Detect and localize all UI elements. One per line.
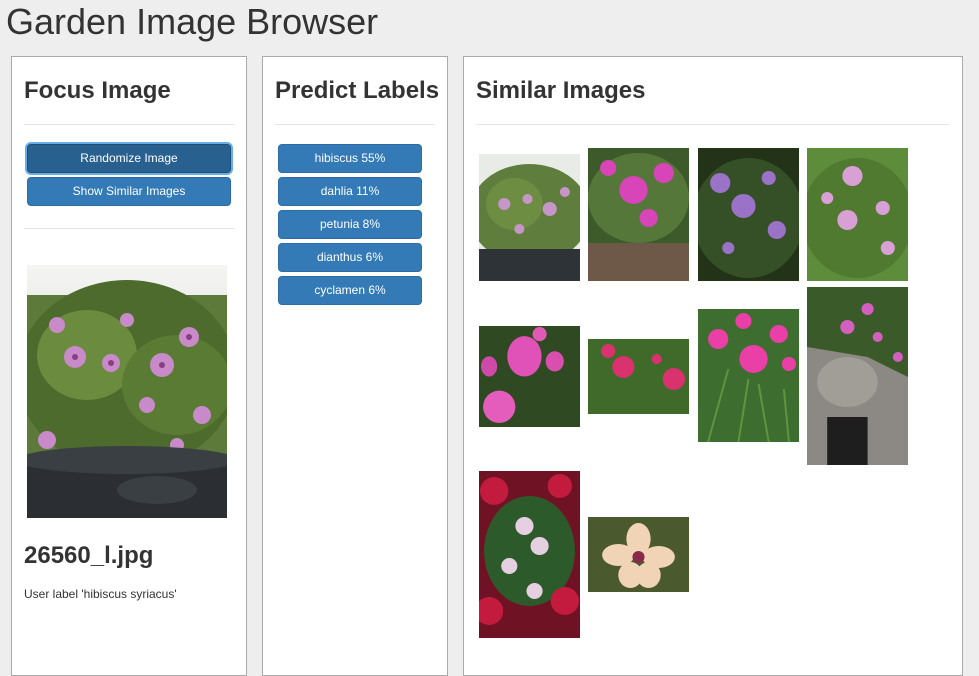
focus-heading: Focus Image: [24, 77, 171, 104]
similar-image-thumbnail[interactable]: [698, 309, 799, 442]
focus-panel: Focus Image Randomize Image Show Similar…: [11, 56, 247, 676]
similar-image-thumbnail[interactable]: [479, 471, 580, 638]
similar-image-thumbnail[interactable]: [807, 287, 908, 465]
similar-image-thumbnail[interactable]: [807, 148, 908, 281]
user-label: User label 'hibiscus syriacus': [24, 587, 177, 601]
predict-label-button[interactable]: cyclamen 6%: [278, 276, 422, 305]
predict-label-button[interactable]: dianthus 6%: [278, 243, 422, 272]
randomize-image-button[interactable]: Randomize Image: [27, 144, 231, 173]
similar-heading: Similar Images: [476, 77, 646, 104]
similar-panel: Similar Images: [463, 56, 963, 676]
show-similar-images-button[interactable]: Show Similar Images: [27, 177, 231, 206]
divider: [476, 124, 950, 125]
predict-label-button[interactable]: hibiscus 55%: [278, 144, 422, 173]
similar-image-thumbnail[interactable]: [588, 148, 689, 281]
page-title: Garden Image Browser: [6, 1, 379, 42]
predict-heading: Predict Labels: [275, 77, 440, 104]
focus-filename: 26560_l.jpg: [24, 542, 154, 569]
similar-image-thumbnail[interactable]: [588, 517, 689, 592]
predict-panel: Predict Labels hibiscus 55% dahlia 11% p…: [262, 56, 448, 676]
similar-image-thumbnail[interactable]: [479, 154, 580, 281]
divider: [24, 124, 234, 125]
predict-label-button[interactable]: petunia 8%: [278, 210, 422, 239]
similar-image-thumbnail[interactable]: [698, 148, 799, 281]
divider: [24, 228, 234, 229]
predict-label-button[interactable]: dahlia 11%: [278, 177, 422, 206]
divider: [275, 124, 435, 125]
focus-image: [27, 265, 227, 518]
similar-image-thumbnail[interactable]: [588, 339, 689, 414]
similar-image-thumbnail[interactable]: [479, 326, 580, 427]
